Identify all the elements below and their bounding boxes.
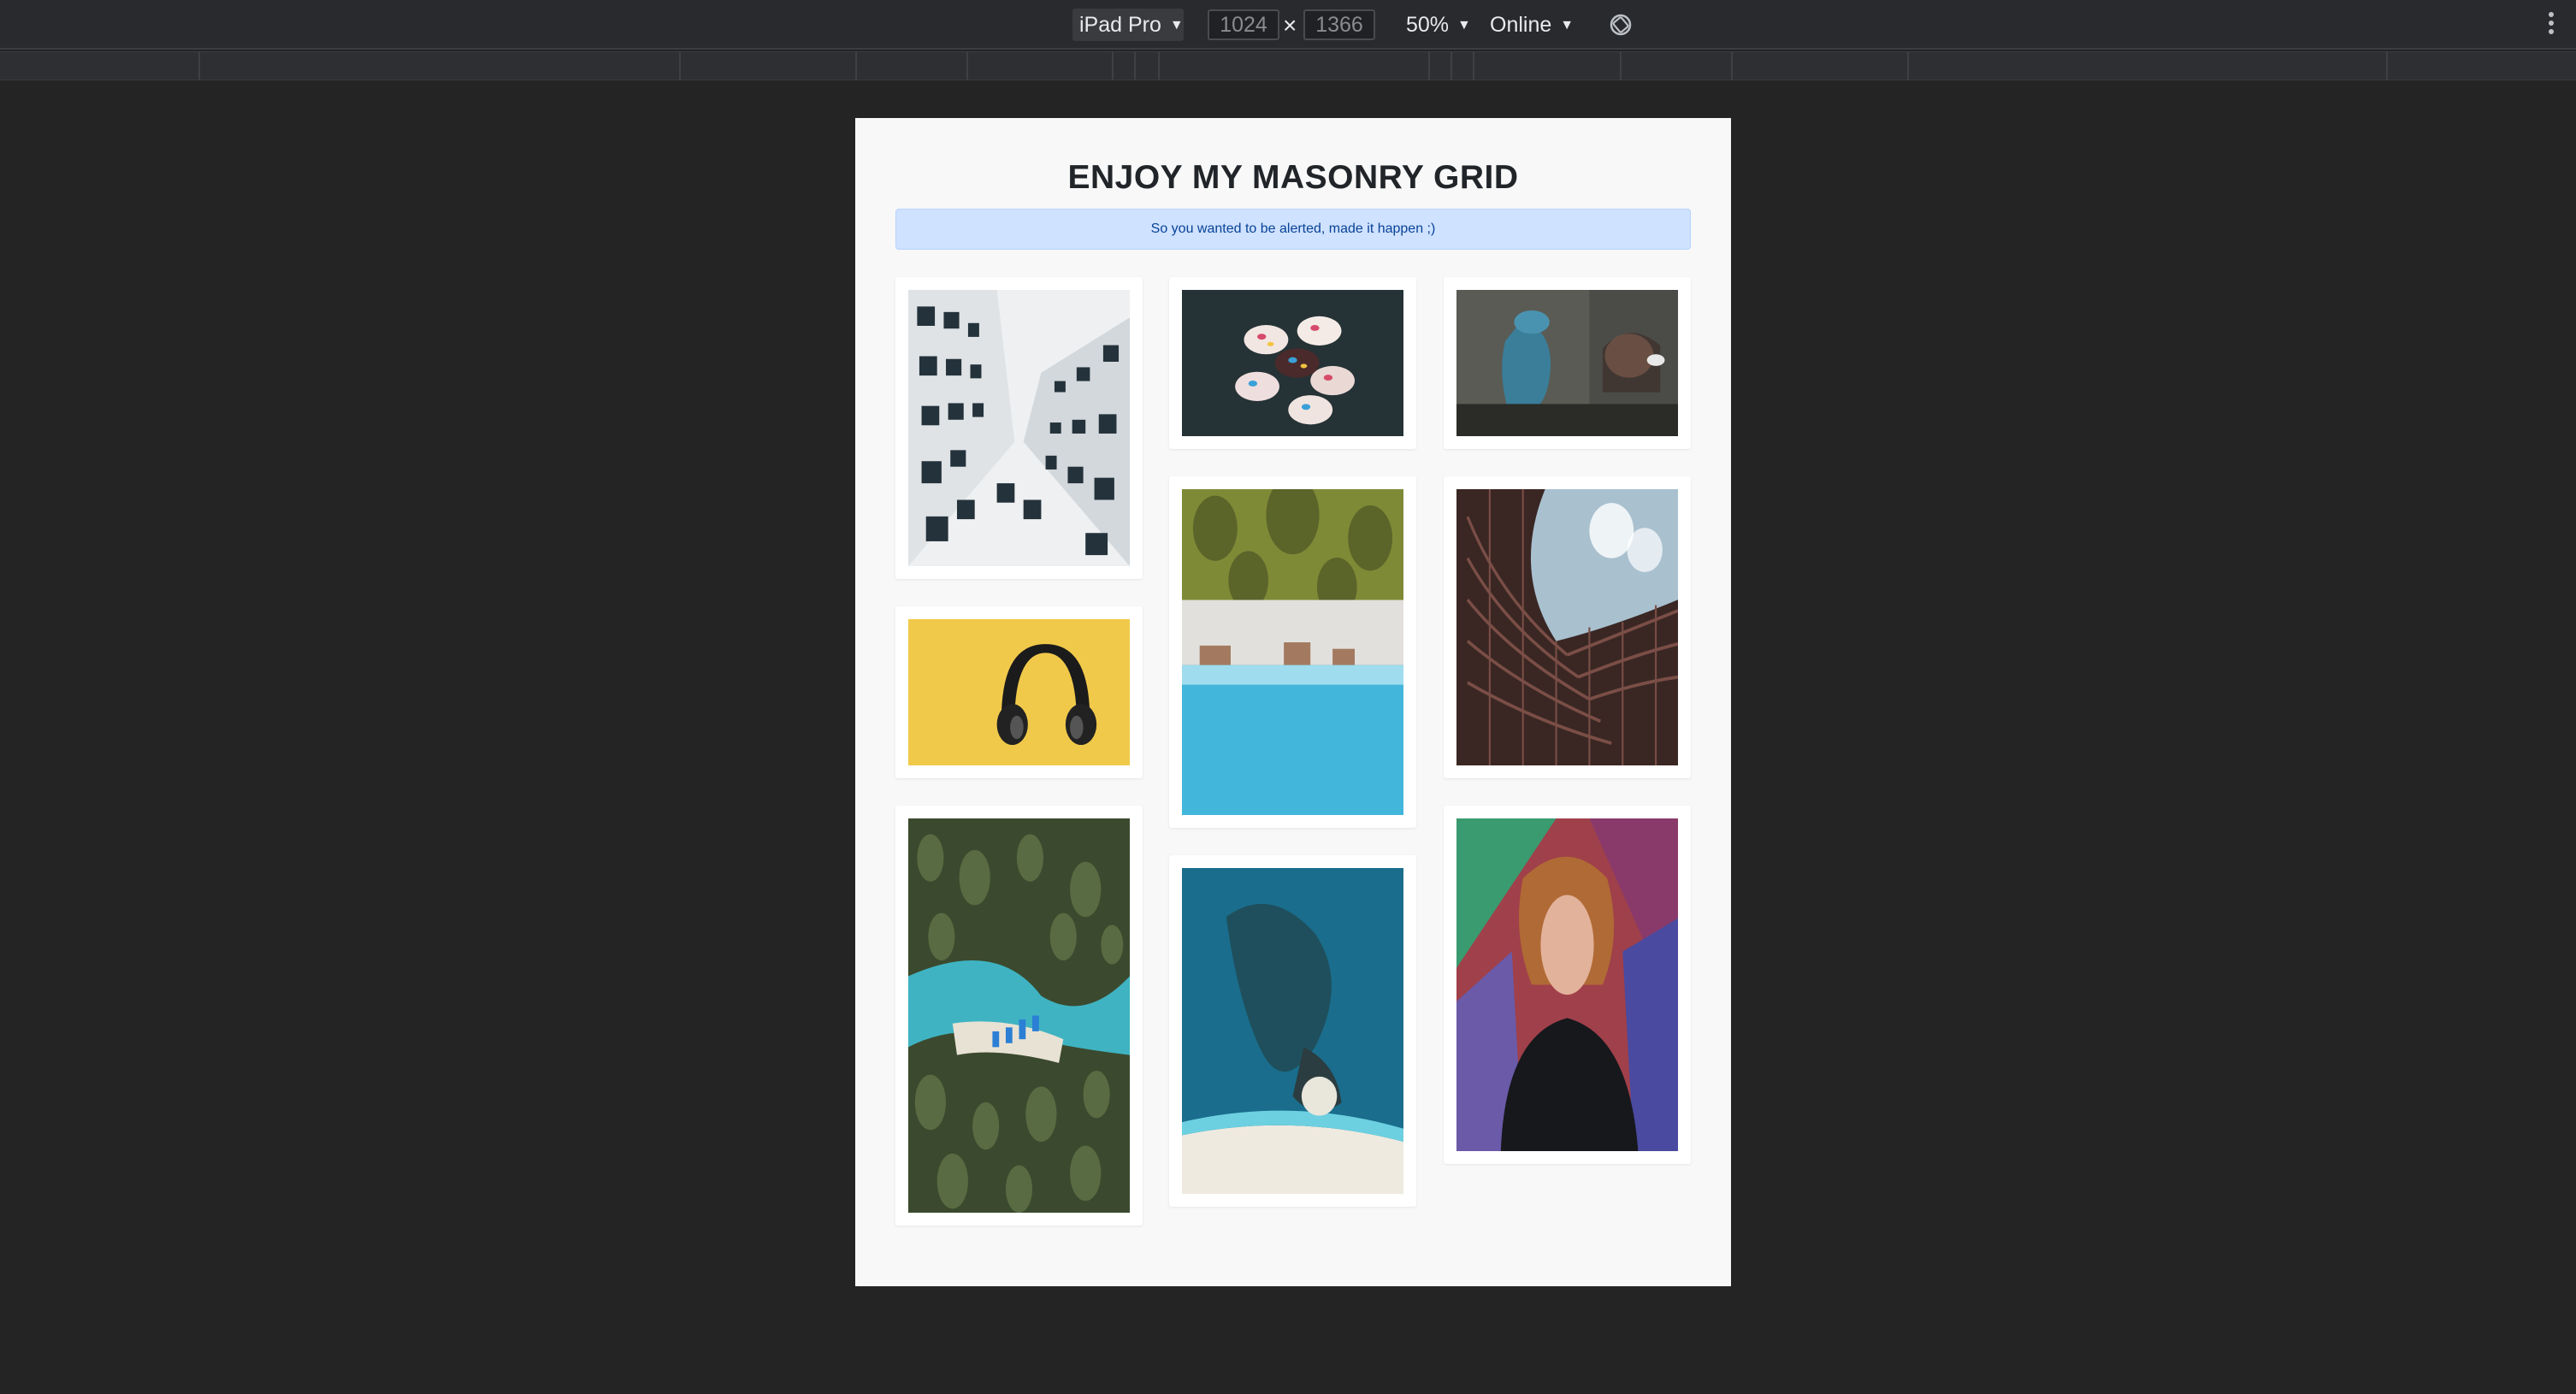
gallery-card[interactable] (895, 606, 1143, 778)
media-query-bar (0, 51, 2576, 80)
device-select-label: iPad Pro (1079, 13, 1161, 37)
palm-coast-image (908, 818, 1130, 1213)
mq-segment[interactable] (1112, 52, 1114, 80)
gallery-card[interactable] (1169, 476, 1416, 828)
zoom-select-label: 50% (1406, 13, 1450, 37)
mq-segment[interactable] (1428, 52, 1430, 80)
mq-segment[interactable] (679, 52, 681, 80)
info-alert: So you wanted to be alerted, made it hap… (895, 209, 1691, 250)
cupcakes-image (1182, 290, 1403, 436)
mq-segment[interactable] (1731, 52, 1733, 80)
mq-segment[interactable] (1473, 52, 1474, 80)
device-toolbar: iPad Pro ▼ 1024 × 1366 50% ▼ Online ▼ (0, 0, 2576, 50)
mq-segment[interactable] (1620, 52, 1622, 80)
mq-segment[interactable] (1907, 52, 1909, 80)
zoom-select[interactable]: 50% ▼ (1406, 9, 1478, 41)
gallery-card[interactable] (895, 806, 1143, 1226)
gallery-card[interactable] (1169, 855, 1416, 1207)
viewport-height-input[interactable]: 1366 (1303, 9, 1375, 40)
dimension-separator: × (1283, 12, 1297, 38)
headphones-image (908, 619, 1130, 765)
page-title: ENJOY MY MASONRY GRID (1067, 159, 1519, 196)
building-facade-image (908, 290, 1130, 566)
chevron-down-icon: ▼ (1457, 18, 1471, 32)
chevron-down-icon: ▼ (1560, 18, 1575, 32)
curved-tower-image (1456, 489, 1678, 765)
rotate-icon[interactable] (1608, 12, 1634, 38)
beach-palms-image (1182, 489, 1403, 815)
graffiti-girl-image (1456, 290, 1678, 436)
more-vertical-icon[interactable] (2547, 12, 2555, 38)
mq-segment[interactable] (1450, 52, 1452, 80)
gallery-card[interactable] (1444, 277, 1691, 449)
mq-segment[interactable] (198, 52, 200, 80)
mq-segment[interactable] (2386, 52, 2388, 80)
gallery-card[interactable] (1444, 476, 1691, 778)
mq-segment[interactable] (1158, 52, 1160, 80)
coral-reef-image (1182, 868, 1403, 1194)
gallery-card[interactable] (1444, 806, 1691, 1164)
network-select-label: Online (1490, 13, 1552, 37)
device-select[interactable]: iPad Pro ▼ (1072, 9, 1184, 41)
viewport-width-input[interactable]: 1024 (1208, 9, 1279, 40)
mq-segment[interactable] (855, 52, 857, 80)
gallery-card[interactable] (1169, 277, 1416, 449)
gallery-card[interactable] (895, 277, 1143, 579)
network-throttle-select[interactable]: Online ▼ (1490, 9, 1579, 41)
mq-segment[interactable] (966, 52, 968, 80)
chevron-down-icon: ▼ (1169, 18, 1184, 32)
portrait-mural-image (1456, 818, 1678, 1151)
mq-segment[interactable] (1134, 52, 1136, 80)
device-viewport: ENJOY MY MASONRY GRID So you wanted to b… (855, 118, 1731, 1286)
